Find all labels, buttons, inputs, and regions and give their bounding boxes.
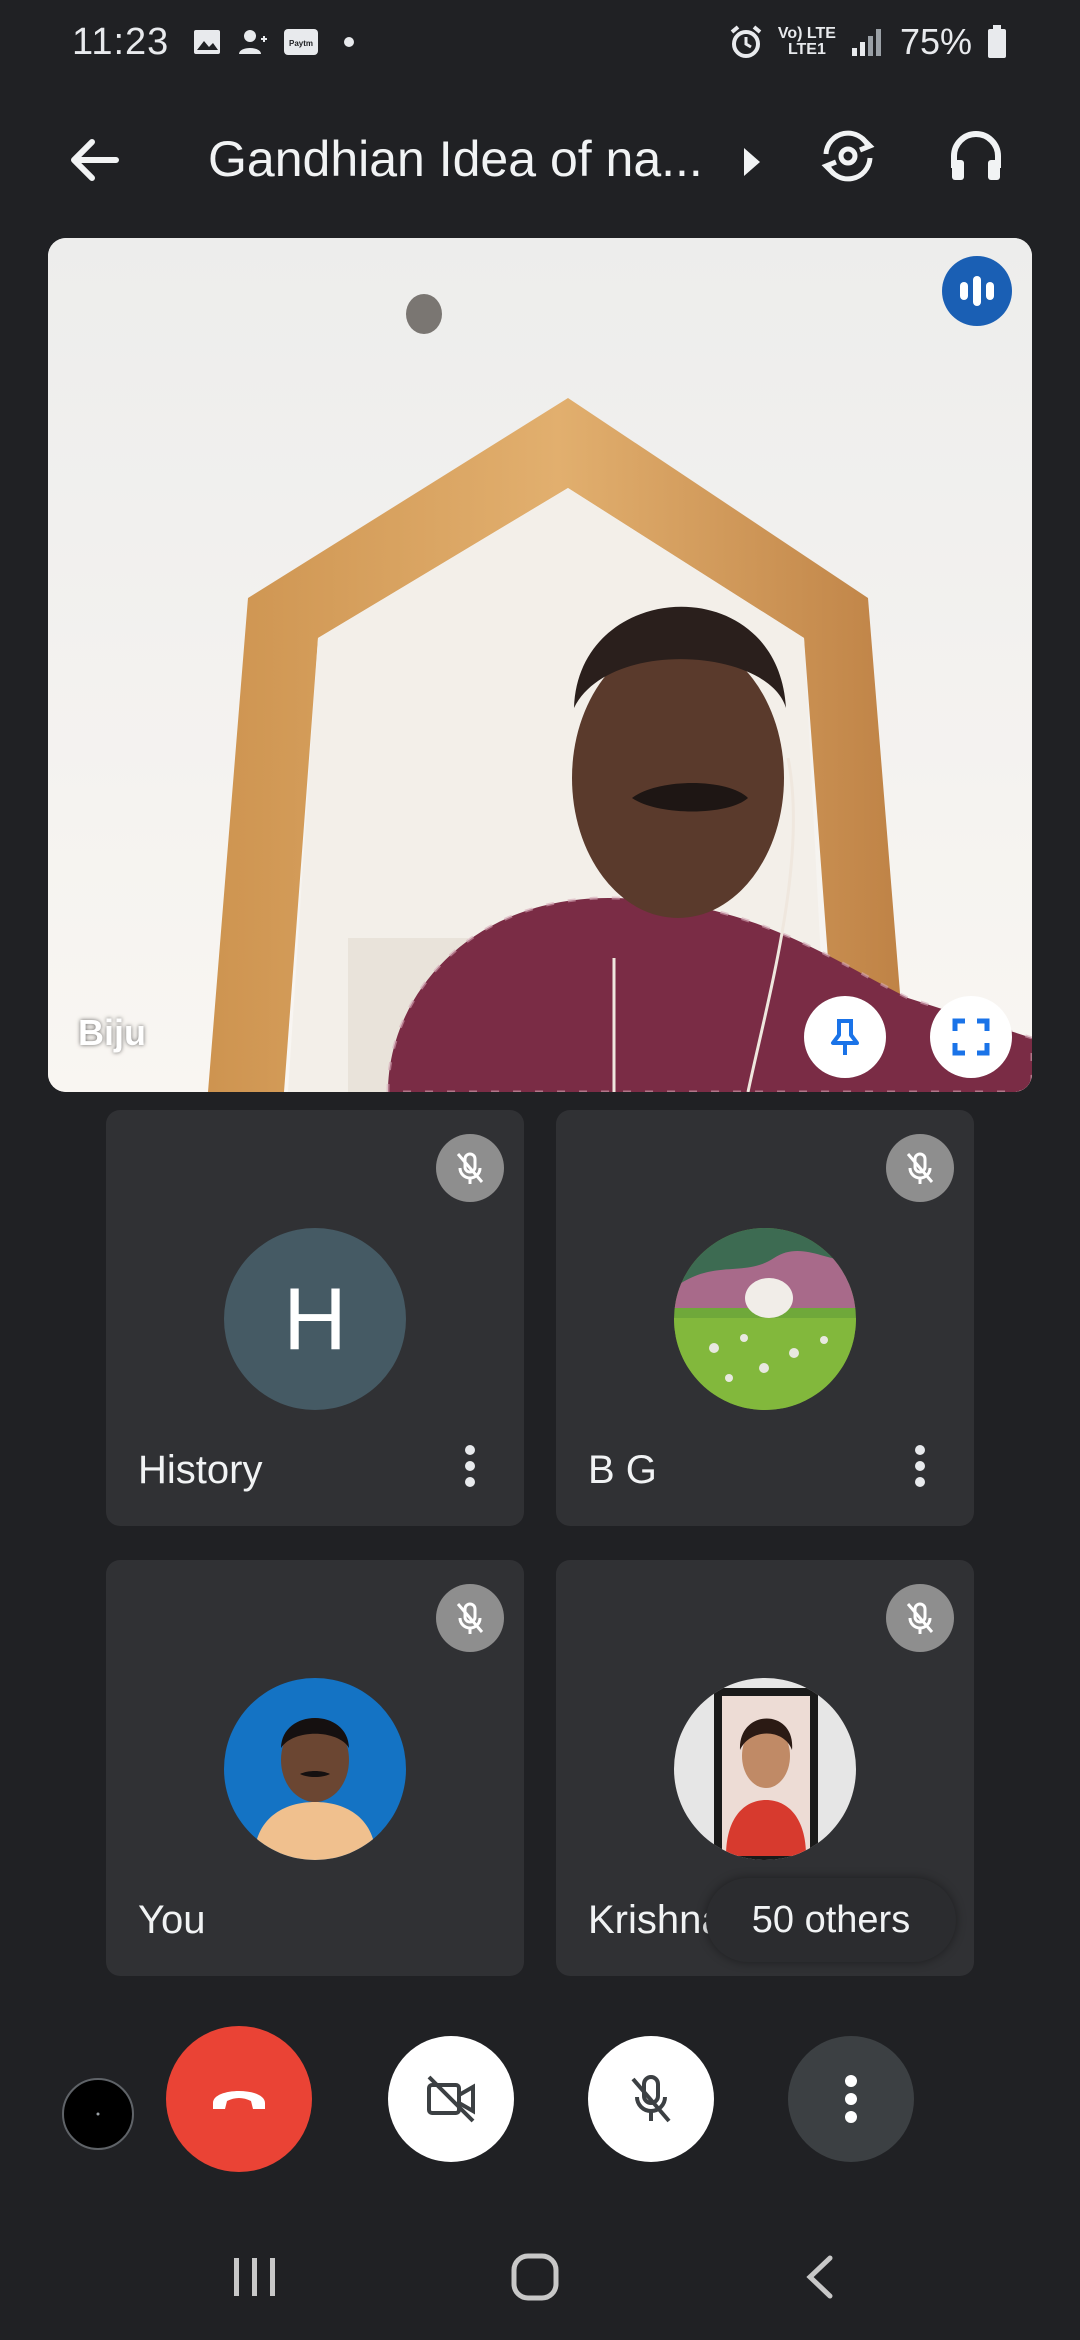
call-header: Gandhian Idea of na...: [0, 96, 1080, 220]
back-icon[interactable]: [800, 2252, 840, 2302]
landscape-photo: [674, 1228, 856, 1410]
status-time: 11:23: [72, 20, 170, 63]
signal-icon: [851, 29, 881, 56]
network-type: Vo) LTE LTE1: [778, 26, 836, 58]
dot-icon: [344, 37, 355, 47]
camera-toggle-button[interactable]: [388, 2036, 514, 2162]
network-top: Vo) LTE: [777, 25, 836, 42]
headphones-icon[interactable]: [944, 124, 1008, 188]
self-view-dot[interactable]: [62, 2078, 134, 2150]
network-bottom: LTE1: [787, 41, 826, 58]
image-icon: [194, 30, 221, 54]
meeting-title[interactable]: Gandhian Idea of na...: [208, 130, 703, 188]
mic-muted-badge: [886, 1134, 954, 1202]
alarm-icon: [730, 25, 762, 58]
avatar: [674, 1678, 856, 1860]
mic-muted-badge: [436, 1134, 504, 1202]
status-bar: 11:23 Paytm Vo) LTE LTE1 75%: [0, 0, 1080, 84]
mic-muted-badge: [886, 1584, 954, 1652]
avatar: H: [224, 1228, 406, 1410]
participant-tile-bg[interactable]: B G: [556, 1110, 974, 1526]
caret-right-icon[interactable]: [740, 144, 764, 180]
profile-photo: [674, 1678, 856, 1860]
camera-off-icon: [427, 2075, 475, 2123]
avatar: [674, 1228, 856, 1410]
status-right: Vo) LTE LTE1 75%: [728, 21, 1008, 63]
mic-muted-badge: [436, 1584, 504, 1652]
more-options-button[interactable]: [788, 2036, 914, 2162]
switch-camera-icon[interactable]: [816, 124, 880, 188]
more-vert-icon[interactable]: [460, 1440, 480, 1492]
mic-off-icon: [906, 1602, 934, 1634]
battery-percent: 75%: [899, 21, 972, 62]
mic-off-icon: [456, 1602, 484, 1634]
avatar: [224, 1678, 406, 1860]
notification-icons: Paytm: [191, 26, 365, 58]
person-add-icon: [239, 30, 268, 54]
participant-name: Krishna: [588, 1898, 724, 1942]
speaking-indicator-icon: [942, 256, 1012, 326]
others-count-button[interactable]: 50 others: [706, 1878, 956, 1962]
mic-off-icon: [631, 2075, 671, 2123]
mic-off-icon: [906, 1152, 934, 1184]
participant-tile-history[interactable]: H History: [106, 1110, 524, 1526]
paytm-icon: Paytm: [284, 29, 319, 55]
participant-tile-you[interactable]: You: [106, 1560, 524, 1976]
fullscreen-icon: [952, 1018, 990, 1056]
fullscreen-button[interactable]: [930, 996, 1012, 1078]
system-nav-bar: [0, 2220, 1080, 2340]
profile-photo: [224, 1678, 406, 1860]
participant-name: You: [138, 1898, 206, 1942]
battery-icon: [988, 25, 1006, 58]
paytm-label: Paytm: [289, 39, 313, 48]
mic-off-icon: [456, 1152, 484, 1184]
main-video-feed[interactable]: Biju: [48, 238, 1032, 1092]
end-call-icon: [213, 2091, 265, 2109]
main-participant-name: Biju: [78, 1012, 146, 1053]
pin-button[interactable]: [804, 996, 886, 1078]
video-frame: [48, 238, 1032, 1092]
participant-name: History: [138, 1448, 263, 1492]
participant-name: B G: [588, 1448, 657, 1492]
more-vert-icon: [845, 2075, 857, 2123]
back-arrow-icon[interactable]: [62, 128, 126, 192]
home-icon[interactable]: [510, 2252, 560, 2302]
recents-icon[interactable]: [232, 2256, 278, 2298]
more-vert-icon[interactable]: [910, 1440, 930, 1492]
pin-icon: [831, 1019, 859, 1055]
mic-toggle-button[interactable]: [588, 2036, 714, 2162]
dot-icon: [96, 2112, 100, 2116]
end-call-button[interactable]: [166, 2026, 312, 2172]
